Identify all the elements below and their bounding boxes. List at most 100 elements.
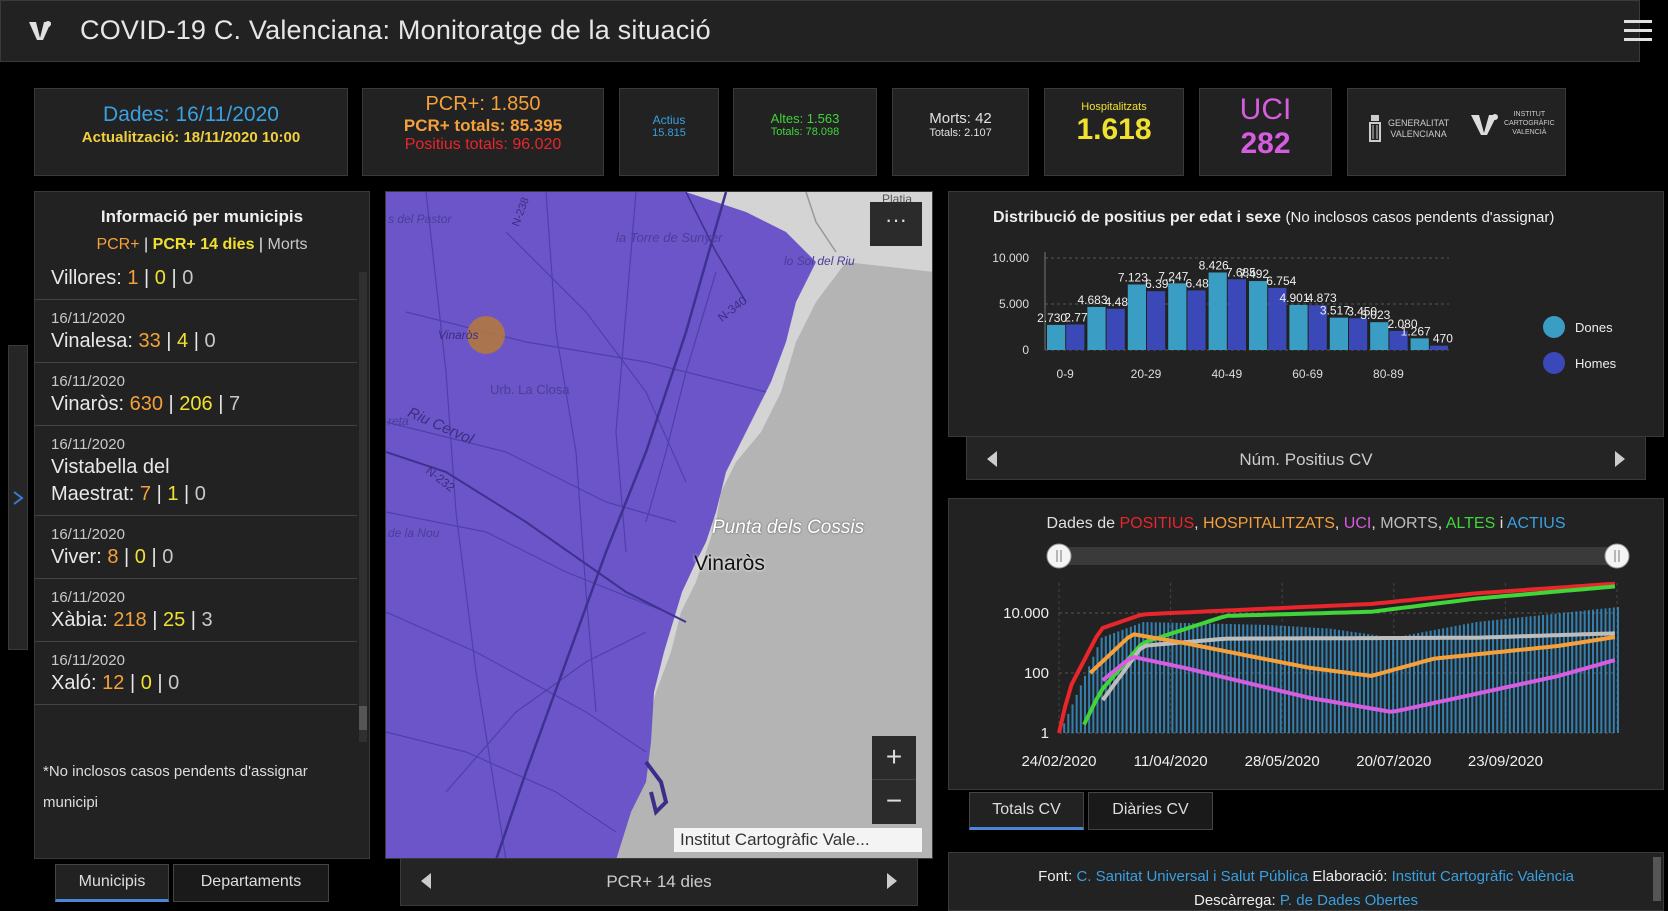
tab-departaments[interactable]: Departaments [173, 864, 329, 902]
list-item[interactable]: 16/11/2020 Xàbia: 218 | 25 | 3 [35, 579, 357, 642]
item-name: Xàbia: [51, 609, 108, 631]
list-item[interactable]: 16/11/2020 Vistabella del Maestrat: 7 | 1 … [35, 426, 357, 516]
y-tick-label: 0 [1022, 343, 1029, 357]
side-panel-toggle[interactable] [8, 345, 28, 650]
app-logo-icon [29, 21, 51, 40]
actius-bar [1179, 622, 1182, 733]
actius-bar [1333, 629, 1336, 733]
item-pcr: 33 [138, 330, 161, 352]
list-item[interactable]: Villores: 1 | 0 | 0 [35, 266, 357, 300]
bar [1227, 279, 1246, 350]
actius-bar [1079, 685, 1082, 733]
actius-bar [1417, 633, 1420, 733]
bar [1127, 284, 1146, 350]
map-label-pastor: s del Pastor [388, 212, 452, 226]
bar [1187, 290, 1206, 350]
municipis-list[interactable]: Villores: 1 | 0 | 0 16/11/2020 Vinalesa: … [35, 264, 357, 740]
item-date: 16/11/2020 [51, 373, 125, 390]
item-pcr: 12 [102, 672, 125, 694]
data-label: 7.123 [1118, 270, 1148, 284]
icv-text-3: VALENCIÀ [1512, 128, 1547, 136]
bar-chart-title: Distribució de positius per edat i sexe … [993, 209, 1555, 226]
map-attribution[interactable]: Institut Cartogràfic Vale... [674, 828, 922, 852]
map-label-vinaros: Vinaròs [694, 552, 765, 575]
map-next-arrow-icon[interactable] [887, 873, 897, 889]
tab-municipis[interactable]: Municipis [55, 864, 169, 902]
page-title: COVID-19 C. Valenciana: Monitoratge de l… [80, 15, 711, 45]
map-view[interactable]: Vinaròs Urb. La Closa Riu Cervol la Torr… [385, 191, 933, 859]
list-item[interactable]: 16/11/2020 Viver: 8 | 0 | 0 [35, 516, 357, 579]
actius-bar [1425, 631, 1428, 733]
generalitat-text-2: VALENCIANA [1390, 129, 1447, 139]
item-name: Vinaròs: [51, 393, 125, 415]
title-part: UCI [1343, 515, 1372, 532]
title-part: , [1371, 515, 1381, 532]
hospitalitzats-card: Hospitalitzats 1.618 [1044, 88, 1184, 176]
legend-homes: Homes [1575, 355, 1617, 371]
actius-bar [1100, 637, 1103, 733]
actius-bar [1263, 624, 1266, 733]
map-nav-label: PCR+ 14 dies [606, 872, 712, 891]
dades-update: Actualització: 18/11/2020 10:00 [81, 129, 301, 146]
icv-text-1: INSTITUT [1513, 110, 1546, 118]
x-tick-label: 60-69 [1292, 367, 1323, 381]
item-pcr14: 0 [134, 546, 146, 568]
bar-chart-nav-bar: Núm. Positius CV [966, 436, 1646, 480]
altes-totals: Totals: 78.098 [770, 126, 840, 138]
footer-desc-link[interactable]: P. de Dades Obertes [1280, 892, 1418, 909]
scrollbar-thumb[interactable] [359, 706, 367, 730]
municipis-tabs: Municipis Departaments [55, 864, 329, 902]
actius-bar [1271, 625, 1274, 733]
item-date: 16/11/2020 [51, 652, 125, 669]
list-item[interactable]: 16/11/2020 Vinalesa: 33 | 4 | 0 [35, 300, 357, 363]
actius-bar [1250, 624, 1253, 733]
zoom-in-button[interactable]: + [872, 736, 916, 780]
actius-bar [1342, 630, 1345, 733]
data-label: 3.517 [1320, 304, 1350, 318]
map-more-button[interactable]: ··· [870, 202, 922, 246]
item-name: Xaló: [51, 672, 97, 694]
list-item[interactable]: 16/11/2020 Vinaròs: 630 | 206 | 7 [35, 363, 357, 426]
actius-bar [1554, 613, 1557, 733]
actius-bar [1071, 704, 1074, 733]
actius-bar [1313, 627, 1316, 733]
item-pcr14: 206 [179, 393, 213, 415]
item-pcr14: 25 [162, 609, 186, 631]
tab-totals-cv[interactable]: Totals CV [969, 792, 1084, 830]
morts-card: Morts: 42 Totals: 2.107 [892, 88, 1029, 176]
actius-label: Actius [652, 113, 686, 127]
actius-bar [1529, 616, 1532, 733]
zoom-controls: + − [872, 736, 916, 824]
footer-scrollbar[interactable] [1653, 857, 1661, 901]
actius-bar [1412, 633, 1415, 733]
list-item[interactable]: 16/11/2020 Xaló: 12 | 0 | 0 [35, 642, 357, 705]
hospitalitzats-label: Hospitalitzats [1081, 101, 1147, 113]
tab-diaries-cv[interactable]: Diàries CV [1088, 792, 1213, 830]
footer-font-link[interactable]: C. Sanitat Universal i Salut Pública [1076, 868, 1308, 885]
zoom-out-button[interactable]: − [872, 780, 916, 824]
generalitat-crest-icon [1369, 115, 1381, 142]
map-label-reta: reta [388, 414, 409, 428]
actius-bar [1600, 608, 1603, 733]
bar-next-arrow-icon[interactable] [1615, 451, 1625, 467]
actius-bar [1350, 631, 1353, 733]
scrollbar[interactable] [359, 272, 367, 742]
actius-bar [1283, 625, 1286, 733]
bar [1249, 281, 1268, 350]
source-footer: Font: C. Sanitat Universal i Salut Públi… [948, 852, 1664, 911]
data-label: 3.023 [1360, 308, 1390, 322]
data-label: 470 [1433, 332, 1453, 346]
item-morts: 0 [194, 483, 206, 505]
actius-bar [1096, 647, 1099, 733]
bar [1429, 345, 1448, 350]
legend-morts: Morts [267, 236, 308, 253]
actius-bar [1375, 635, 1378, 733]
actius-bar [1458, 625, 1461, 733]
hamburger-menu-icon[interactable] [1624, 20, 1652, 42]
line-chart-title: Dades de POSITIUS, HOSPITALITZATS, UCI, … [949, 515, 1663, 533]
item-pcr14: 0 [140, 672, 152, 694]
actius-bar [1583, 610, 1586, 733]
actius-bar [1246, 624, 1249, 733]
altes-card: Altes: 1.563 Totals: 78.098 [733, 88, 877, 176]
footer-elab-link[interactable]: Institut Cartogràfic València [1392, 868, 1574, 885]
